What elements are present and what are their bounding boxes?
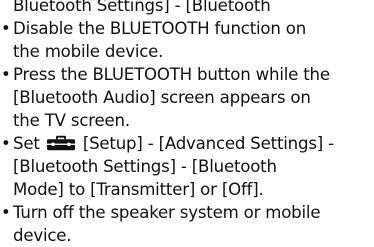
text-line: Bluetooth Settings] - [Bluetooth xyxy=(13,0,271,15)
list-item-text: Set [Setup] - [Advanced Settings] - [Blu… xyxy=(13,132,374,201)
list-item-partial: Bluetooth Settings] - [Bluetooth xyxy=(0,0,374,17)
set-label: Set xyxy=(13,134,40,153)
text-line: the TV screen. xyxy=(13,111,130,130)
list-item-text: Disable the BLUETOOTH function on the mo… xyxy=(13,17,374,63)
list-item-text: Turn off the speaker system or mobile de… xyxy=(13,201,374,247)
list-item: • Set [Setup] - [Advanced Settings] - [B… xyxy=(0,132,374,201)
list-item: • Turn off the speaker system or mobile … xyxy=(0,201,374,247)
text-line: the mobile device. xyxy=(13,42,164,61)
text-line: Set [Setup] - [Advanced Settings] - xyxy=(13,132,374,155)
bullet: • xyxy=(1,19,11,38)
setup-path-text: [Setup] - [Advanced Settings] - xyxy=(82,134,334,153)
bullet: • xyxy=(1,203,11,222)
list-item-text: Bluetooth Settings] - [Bluetooth xyxy=(13,0,374,17)
text-line: Turn off the speaker system or mobile xyxy=(13,203,321,222)
list-item: • Disable the BLUETOOTH function on the … xyxy=(0,17,374,63)
bullet: • xyxy=(1,134,11,153)
instruction-list: Bluetooth Settings] - [Bluetooth • Disab… xyxy=(0,0,374,247)
text-line: Disable the BLUETOOTH function on xyxy=(13,19,307,38)
text-line: device. xyxy=(13,226,72,245)
text-line: [Bluetooth Settings] - [Bluetooth xyxy=(13,157,277,176)
text-line: [Bluetooth Audio] screen appears on xyxy=(13,88,311,107)
bullet: • xyxy=(1,65,11,84)
text-line: Mode] to [Transmitter] or [Off]. xyxy=(13,180,264,199)
list-item: • Press the BLUETOOTH button while the [… xyxy=(0,63,374,132)
text-line: Press the BLUETOOTH button while the xyxy=(13,65,330,84)
bullet xyxy=(0,0,13,17)
list-item-text: Press the BLUETOOTH button while the [Bl… xyxy=(13,63,374,132)
toolbox-setup-icon xyxy=(46,135,75,151)
